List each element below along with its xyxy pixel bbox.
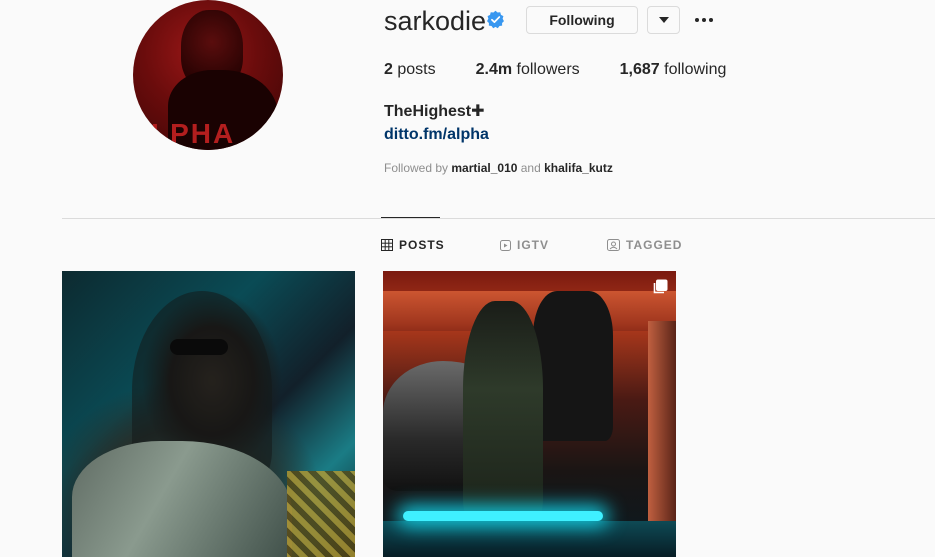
followed-by-joiner: and: [517, 161, 545, 175]
tab-igtv[interactable]: IGTV: [500, 238, 549, 252]
post-thumbnail-1[interactable]: [62, 271, 355, 557]
post-2-hanging-coat: [533, 291, 613, 441]
posts-stat: 2 posts: [384, 61, 436, 79]
post-2-floor: [383, 521, 676, 557]
bio-link[interactable]: ditto.fm/alpha: [384, 126, 489, 144]
profile-avatar[interactable]: LPHA: [133, 0, 283, 150]
post-thumbnail-2[interactable]: [383, 271, 676, 557]
followed-by-user-2[interactable]: khalifa_kutz: [544, 161, 613, 175]
post-2-pillar: [648, 321, 676, 521]
grid-icon: [381, 239, 393, 251]
tab-posts-label: POSTS: [399, 238, 445, 252]
full-name: TheHighest✚: [384, 103, 485, 120]
verified-badge-icon: [487, 10, 504, 29]
followers-count: 2.4m: [475, 61, 513, 78]
tab-tagged[interactable]: TAGGED: [607, 238, 682, 252]
followed-by-prefix: Followed by: [384, 161, 452, 175]
following-count: 1,687: [619, 61, 660, 78]
ellipsis-icon: [695, 18, 713, 22]
followed-by[interactable]: Followed by martial_010 and khalifa_kutz: [384, 161, 613, 175]
suggested-dropdown-button[interactable]: [647, 6, 680, 34]
igtv-icon: [500, 240, 511, 251]
posts-count: 2: [384, 61, 393, 78]
followers-stat[interactable]: 2.4m followers: [476, 61, 580, 79]
active-tab-indicator: [381, 217, 440, 218]
following-label: following: [659, 61, 727, 78]
profile-page: LPHA sarkodie Following 2 posts 2.4m fol…: [0, 0, 935, 557]
chevron-down-icon: [658, 17, 669, 23]
following-button[interactable]: Following: [526, 6, 638, 34]
tab-posts[interactable]: POSTS: [381, 238, 445, 252]
post-2-neon-light: [403, 511, 603, 521]
profile-stats: 2 posts 2.4m followers 1,687 following: [384, 61, 766, 79]
tab-igtv-label: IGTV: [517, 238, 550, 252]
tab-tagged-label: TAGGED: [626, 238, 683, 252]
posts-label: posts: [392, 61, 436, 78]
post-2-person: [463, 301, 543, 521]
tabs-divider: [62, 218, 935, 219]
followers-label: followers: [512, 61, 580, 78]
tagged-icon: [607, 239, 620, 251]
avatar-text: LPHA: [151, 118, 236, 149]
post-1-seat: [287, 471, 355, 557]
post-1-sunglasses: [170, 339, 228, 355]
more-options-button[interactable]: [692, 8, 716, 32]
following-stat[interactable]: 1,687 following: [620, 61, 727, 79]
multiple-photos-icon: [653, 279, 668, 294]
username: sarkodie: [384, 6, 487, 36]
followed-by-user-1[interactable]: martial_010: [451, 161, 517, 175]
